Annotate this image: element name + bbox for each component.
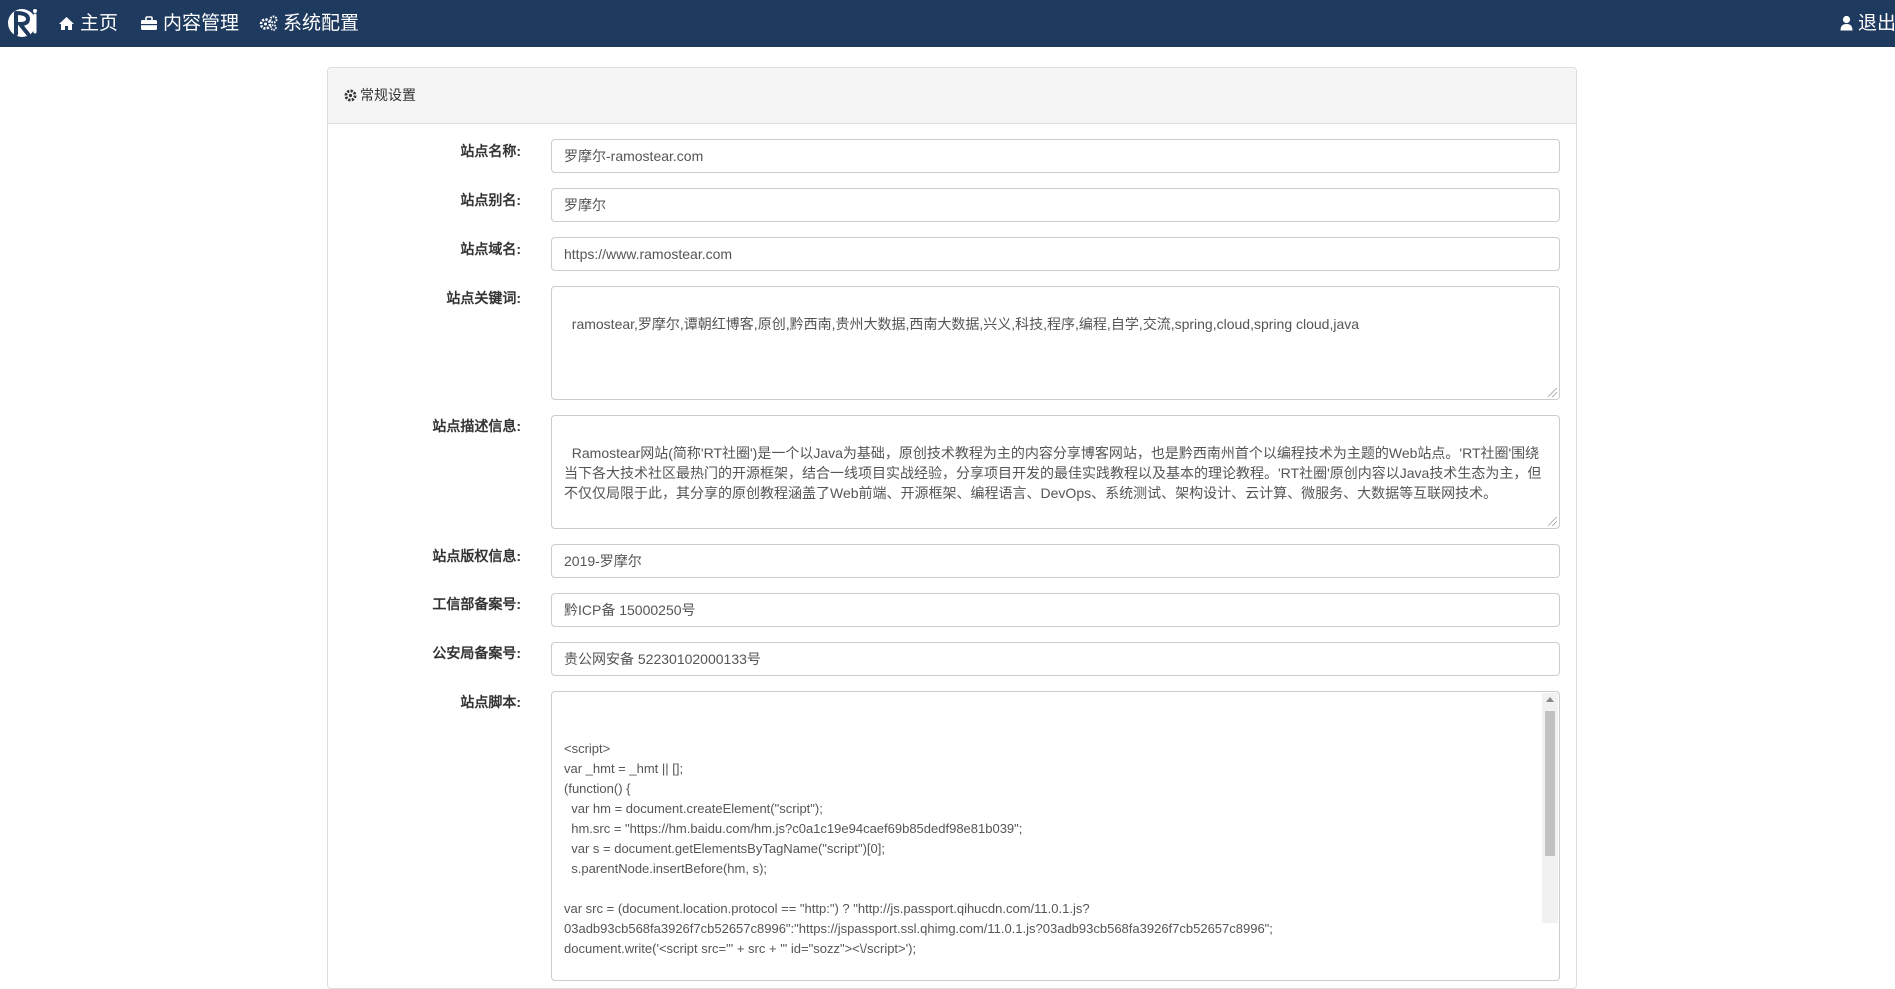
nav-system-config[interactable]: 系统配置 [259,0,359,47]
site-alias-input[interactable]: 罗摩尔 [551,188,1560,222]
site-domain-input[interactable]: https://www.ramostear.com [551,237,1560,271]
script-scrollbar[interactable] [1542,693,1558,923]
nav-content-management[interactable]: 内容管理 [140,0,239,47]
icp-record-input[interactable]: 黔ICP备 15000250号 [551,593,1560,627]
resize-handle-icon[interactable] [1548,388,1557,397]
scroll-thumb[interactable] [1545,711,1555,856]
nav-home[interactable]: 主页 [58,0,118,47]
panel-title: 常规设置 [344,68,416,123]
site-keywords-label: 站点关键词: [446,290,521,306]
panel-title-text: 常规设置 [360,87,416,103]
nav-content-label: 内容管理 [163,13,240,34]
site-copyright-label: 站点版权信息: [432,548,521,564]
site-name-input[interactable]: 罗摩尔-ramostear.com [551,139,1560,173]
top-navbar: 主页 内容管理 系统配置 退出 [0,0,1895,47]
site-alias-label: 站点别名: [460,192,521,208]
user-icon [1840,15,1853,31]
site-description-textarea[interactable]: Ramostear网站(简称'RT社圈')是一个以Java为基础，原创技术教程为… [551,415,1560,529]
briefcase-icon [141,16,157,30]
gears-icon [259,15,278,31]
icp-record-label: 工信部备案号: [432,596,521,612]
site-script-text: <script> var _hmt = _hmt || []; (functio… [564,741,1273,956]
police-record-input[interactable]: 贵公网安备 52230102000133号 [551,642,1560,676]
police-record-label: 公安局备案号: [432,645,521,661]
home-icon [59,17,74,30]
resize-handle-icon[interactable] [1548,517,1557,526]
site-description-text: Ramostear网站(简称'RT社圈')是一个以Java为基础，原创技术教程为… [564,445,1542,501]
site-domain-label: 站点域名: [460,241,521,257]
site-script-textarea[interactable]: <script> var _hmt = _hmt || []; (functio… [551,691,1560,981]
panel-heading: 常规设置 [328,68,1576,124]
site-logo-icon[interactable] [7,5,41,41]
nav-system-label: 系统配置 [283,13,360,34]
site-keywords-textarea[interactable]: ramostear,罗摩尔,谭朝红博客,原创,黔西南,贵州大数据,西南大数据,兴… [551,286,1560,400]
nav-logout-label: 退出 [1858,13,1895,34]
site-script-label: 站点脚本: [460,694,521,710]
gear-icon [344,89,357,102]
site-name-label: 站点名称: [460,143,521,159]
scroll-up-arrow-icon[interactable] [1546,697,1554,702]
nav-home-label: 主页 [80,13,119,34]
nav-logout[interactable]: 退出 [1840,0,1895,47]
site-description-label: 站点描述信息: [432,418,521,434]
site-keywords-text: ramostear,罗摩尔,谭朝红博客,原创,黔西南,贵州大数据,西南大数据,兴… [571,316,1360,332]
site-copyright-input[interactable]: 2019-罗摩尔 [551,544,1560,578]
